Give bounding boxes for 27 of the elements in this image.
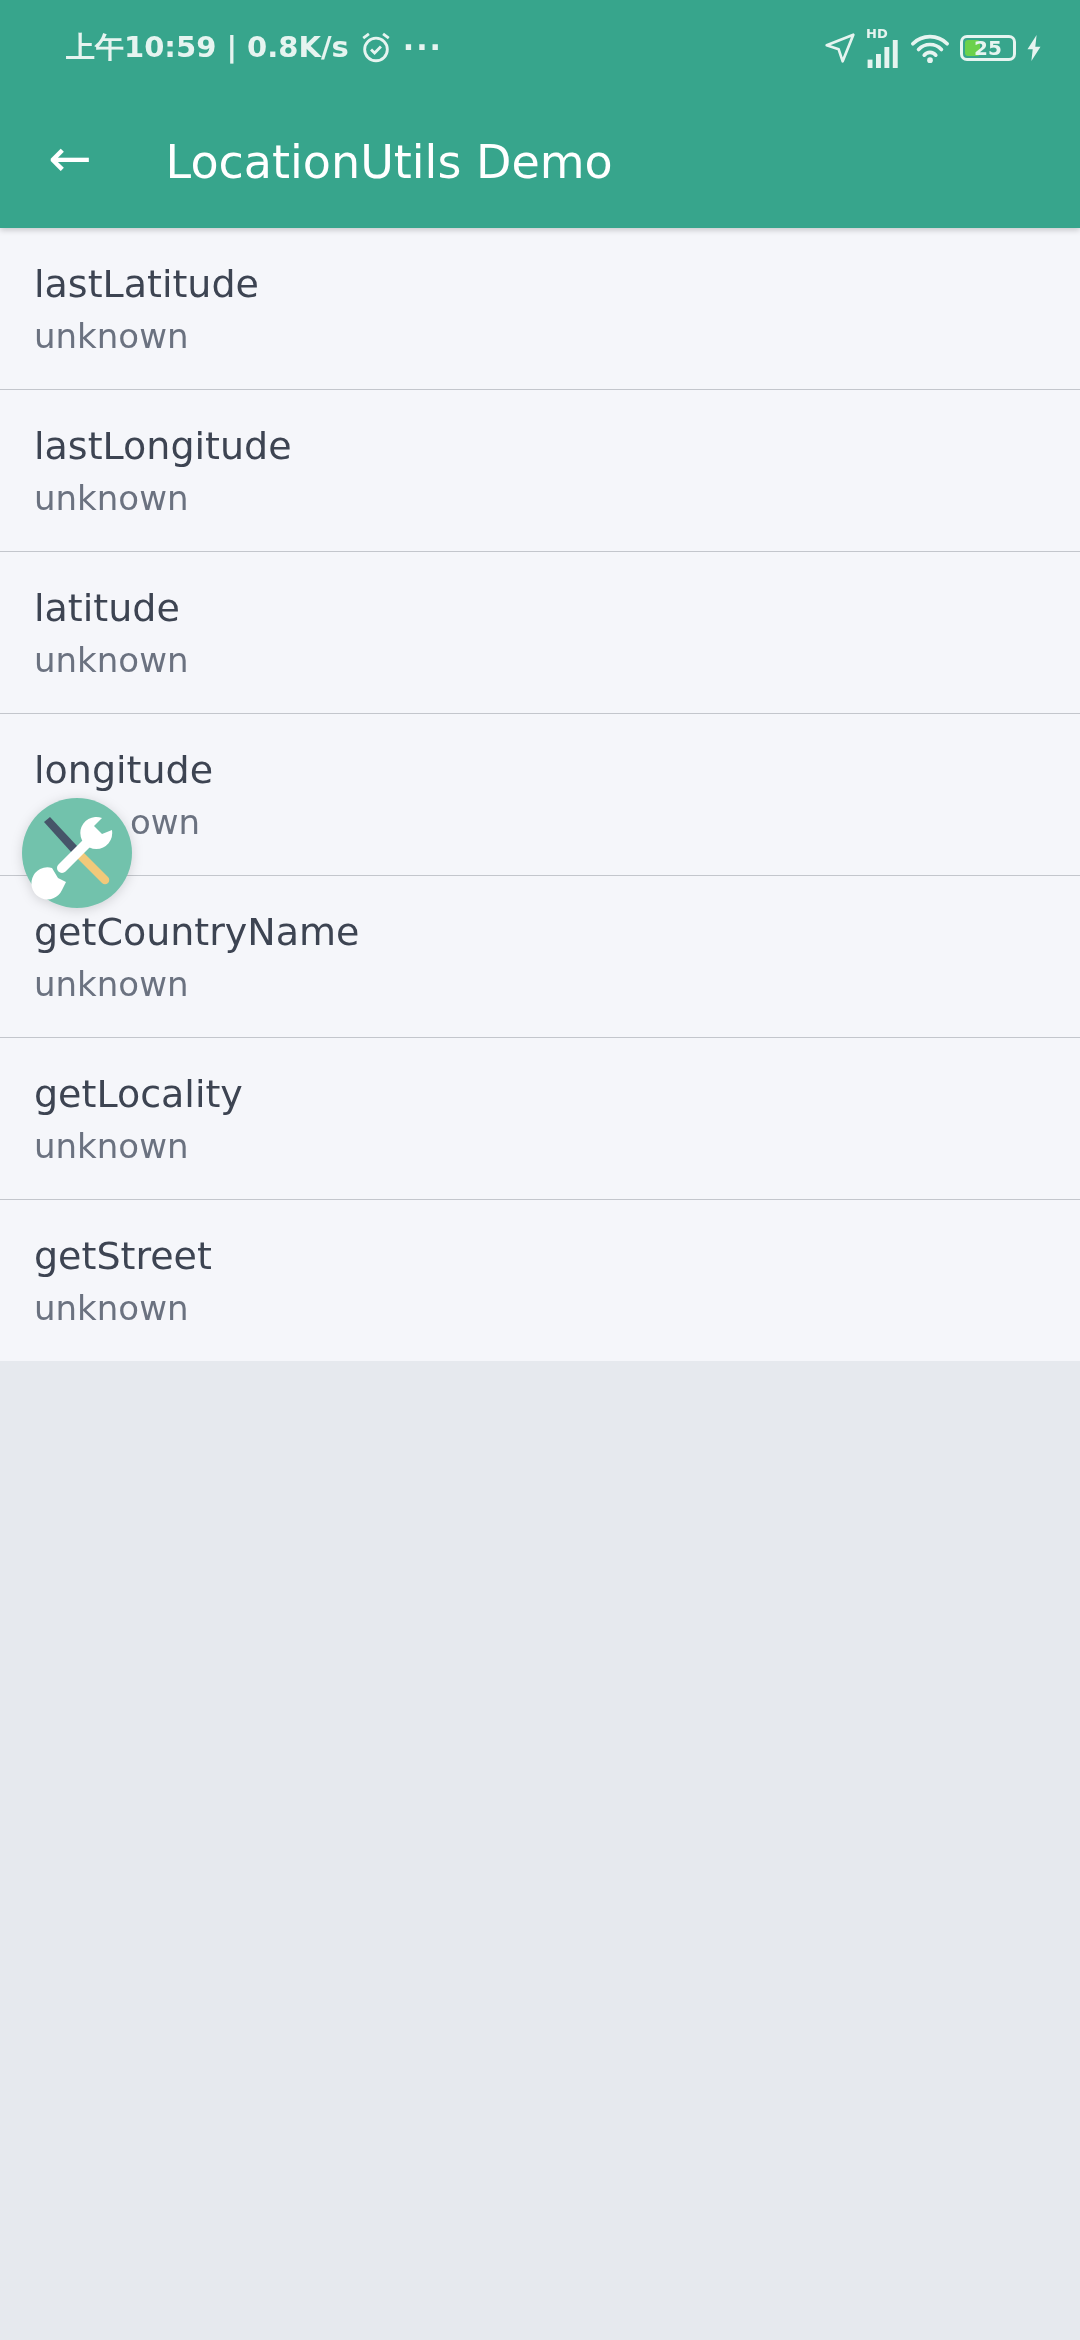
- list-item[interactable]: lastLongitude unknown: [0, 390, 1080, 552]
- list-item[interactable]: getStreet unknown: [0, 1200, 1080, 1361]
- item-value: own: [129, 801, 202, 842]
- item-name: lastLongitude: [34, 423, 293, 468]
- item-name: getLocality: [34, 1071, 244, 1116]
- network-type-label: HD: [866, 25, 888, 41]
- list-item[interactable]: getLocality unknown: [0, 1038, 1080, 1200]
- list-item[interactable]: latitude unknown: [0, 552, 1080, 714]
- list-item[interactable]: lastLatitude unknown: [0, 228, 1080, 390]
- item-value: unknown: [34, 1287, 190, 1328]
- status-time: 上午10:59 | 0.8K/s: [66, 28, 349, 66]
- item-value: unknown: [34, 1125, 190, 1166]
- tools-icon[interactable]: [22, 798, 132, 908]
- item-name: longitude: [34, 747, 215, 792]
- item-value: unknown: [34, 477, 190, 518]
- more-indicator: ···: [402, 30, 443, 65]
- item-name: getStreet: [34, 1233, 213, 1278]
- item-name: getCountryName: [34, 909, 361, 954]
- item-name: latitude: [34, 585, 181, 630]
- item-name: lastLatitude: [34, 261, 260, 306]
- item-value: unknown: [34, 963, 190, 1004]
- app-title: LocationUtils Demo: [165, 134, 613, 189]
- signal-icon: [866, 39, 900, 68]
- battery-icon: 25: [960, 34, 1016, 61]
- item-value: unknown: [34, 639, 190, 680]
- item-value: unknown: [34, 315, 190, 356]
- location-icon: [824, 31, 856, 64]
